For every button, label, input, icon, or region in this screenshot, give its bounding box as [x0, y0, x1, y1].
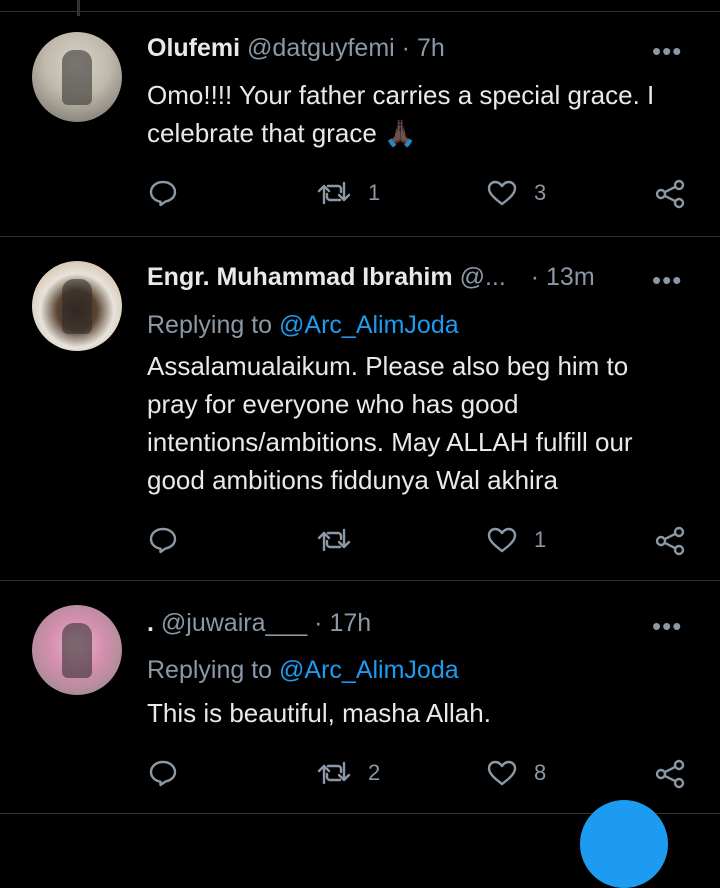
display-name[interactable]: Engr. Muhammad Ibrahim — [147, 263, 453, 291]
tweet-header: Olufemi @datguyfemi · 7h — [147, 34, 445, 63]
separator-dot: · — [401, 34, 410, 62]
tweet-header: . @juwaira___ · 17h — [147, 609, 371, 638]
share-icon — [655, 526, 685, 556]
like-count: 3 — [534, 180, 547, 205]
reply-icon — [149, 180, 177, 207]
timestamp[interactable]: 13m — [546, 263, 595, 291]
like-icon — [487, 180, 517, 206]
separator-dot: · — [530, 263, 540, 291]
tweet-text-line: This is beautiful, masha Allah. — [147, 698, 491, 728]
retweet-button[interactable] — [316, 526, 368, 554]
replying-to: Replying to @Arc_AlimJoda — [147, 656, 459, 685]
retweet-count: 2 — [368, 760, 381, 785]
retweet-icon — [317, 181, 351, 205]
tweet-text: Omo!!!! Your father carries a special gr… — [147, 76, 707, 152]
tweet-header: Engr. Muhammad Ibrahim @... · 13m — [147, 263, 595, 292]
more-icon[interactable]: ••• — [652, 38, 682, 64]
mention-link[interactable]: @Arc_AlimJoda — [279, 311, 459, 339]
timestamp[interactable]: 17h — [329, 609, 371, 637]
retweet-button[interactable]: 2 — [316, 759, 380, 787]
tweet-text: This is beautiful, masha Allah. — [147, 694, 707, 732]
retweet-icon — [317, 528, 351, 552]
retweet-icon — [317, 761, 351, 785]
avatar[interactable] — [32, 605, 122, 695]
reply-button[interactable] — [148, 759, 194, 787]
reply-icon — [149, 760, 177, 787]
reply-button[interactable] — [148, 179, 194, 207]
tweet-text-line: intentions/ambitions. May ALLAH fulfill … — [147, 427, 633, 457]
share-button[interactable] — [654, 526, 686, 556]
mention-link[interactable]: @Arc_AlimJoda — [279, 656, 459, 684]
tweet-text-line: celebrate that grace 🙏🏿 — [147, 118, 417, 148]
user-handle[interactable]: @datguyfemi — [247, 34, 395, 62]
tweet-text: Assalamualaikum. Please also beg him to … — [147, 347, 707, 499]
reply-icon — [149, 527, 177, 554]
reply-button[interactable] — [148, 526, 194, 554]
user-handle[interactable]: @juwaira___ — [161, 609, 307, 637]
timestamp[interactable]: 7h — [417, 34, 445, 62]
compose-tweet-button[interactable] — [580, 800, 668, 888]
like-button[interactable]: 1 — [486, 526, 546, 554]
tweet-text-line: Assalamualaikum. Please also beg him to — [147, 351, 629, 381]
tweet[interactable]: Engr. Muhammad Ibrahim @... · 13m ••• Re… — [0, 237, 720, 580]
like-icon — [487, 527, 517, 553]
replying-to-label: Replying to — [147, 656, 273, 684]
share-icon — [655, 759, 685, 789]
like-count: 8 — [534, 760, 547, 785]
separator-dot: · — [314, 609, 323, 637]
more-icon[interactable]: ••• — [652, 267, 682, 293]
user-handle[interactable]: @... — [460, 263, 506, 291]
tweet[interactable]: Olufemi @datguyfemi · 7h ••• Omo!!!! You… — [0, 0, 720, 236]
like-button[interactable]: 3 — [486, 179, 546, 207]
tweet[interactable]: . @juwaira___ · 17h ••• Replying to @Arc… — [0, 581, 720, 811]
avatar[interactable] — [32, 32, 122, 122]
replying-to-label: Replying to — [147, 311, 273, 339]
retweet-button[interactable]: 1 — [316, 179, 380, 207]
avatar[interactable] — [32, 261, 122, 351]
tweet-text-line: good ambitions fiddunya Wal akhira — [147, 465, 558, 495]
display-name[interactable]: Olufemi — [147, 34, 240, 62]
like-count: 1 — [534, 527, 547, 552]
replying-to: Replying to @Arc_AlimJoda — [147, 311, 459, 340]
tweet-text-line: Omo!!!! Your father carries a special gr… — [147, 80, 655, 110]
share-button[interactable] — [654, 179, 686, 209]
display-name[interactable]: . — [147, 609, 154, 637]
like-icon — [487, 760, 517, 786]
share-icon — [655, 179, 685, 209]
retweet-count: 1 — [368, 180, 381, 205]
like-button[interactable]: 8 — [486, 759, 546, 787]
tweet-text-line: pray for everyone who has good — [147, 389, 519, 419]
share-button[interactable] — [654, 759, 686, 789]
more-icon[interactable]: ••• — [652, 613, 682, 639]
